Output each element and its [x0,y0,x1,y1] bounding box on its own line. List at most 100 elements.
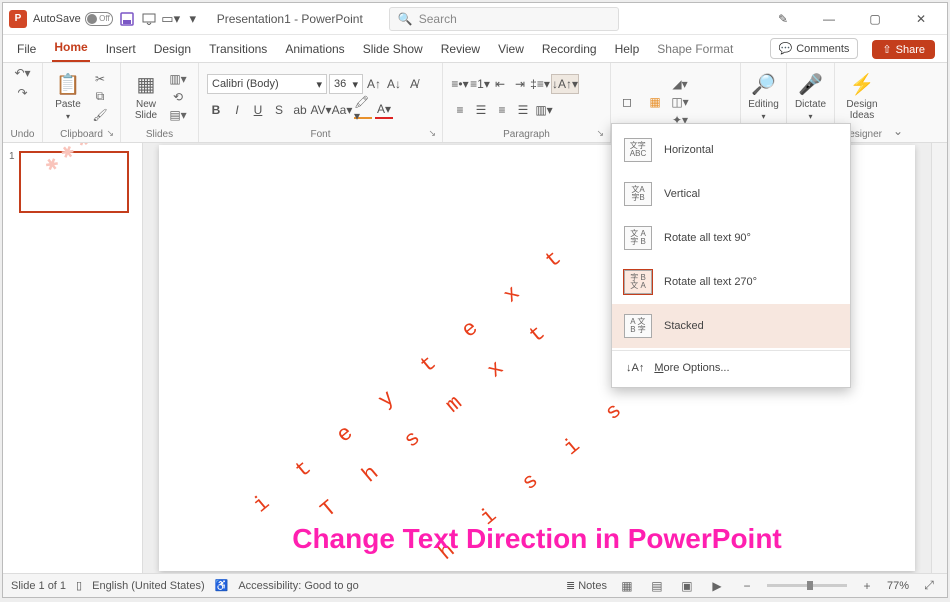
font-size-combo[interactable]: 36▾ [329,74,363,94]
strike-button[interactable]: S [270,101,288,119]
char-spacing-icon[interactable]: AV▾ [312,101,330,119]
fit-to-window-icon[interactable]: ⤢ [919,578,939,594]
search-box[interactable]: 🔍 Search [389,7,619,31]
redo-icon[interactable]: ↷ [14,85,32,101]
numbering-icon[interactable]: ≡1▾ [471,75,489,93]
pen-icon[interactable]: ✎ [763,3,803,35]
zoom-out-icon[interactable]: − [737,578,757,594]
layout-icon[interactable]: ▥▾ [169,71,187,87]
share-button[interactable]: ⇧ Share [872,40,935,59]
font-color-icon[interactable]: A▾ [375,101,393,119]
underline-button[interactable]: U [249,101,267,119]
maximize-icon[interactable]: ▢ [855,3,895,35]
comments-button[interactable]: 💬 Comments [770,38,859,59]
font-launcher-icon[interactable]: ↘ [428,128,436,139]
ribbon-collapse-icon[interactable]: ⌄ [889,63,907,142]
present-from-start-icon[interactable] [141,11,157,27]
editing-button[interactable]: 🔎 Editing ▾ [745,68,782,126]
text-dir-horizontal[interactable]: 文字ABC Horizontal [612,128,850,172]
shapes-gallery-icon[interactable]: ◻ [615,82,639,122]
zoom-in-icon[interactable]: + [857,578,877,594]
clipboard-launcher-icon[interactable]: ↘ [106,128,114,139]
vertical-scrollbar[interactable] [931,143,947,573]
design-ideas-button[interactable]: ⚡ Design Ideas [839,68,885,126]
status-language[interactable]: English (United States) [92,580,205,592]
text-direction-button[interactable]: ↓A↑▾ [551,74,579,94]
tab-recording[interactable]: Recording [540,38,599,62]
align-center-icon[interactable]: ☰ [472,101,490,119]
align-right-icon[interactable]: ≡ [493,101,511,119]
group-font: Calibri (Body)▾ 36▾ A↑ A↓ A̸ B I U S ab … [199,63,443,142]
dictate-button[interactable]: 🎤 Dictate ▾ [791,68,830,126]
save-icon[interactable] [119,11,135,27]
tab-shape-format[interactable]: Shape Format [655,38,735,62]
text-dir-rotate-90[interactable]: 文 A字 B Rotate all text 90° [612,216,850,260]
text-dir-stacked[interactable]: A 文B 字 Stacked [612,304,850,348]
notes-button[interactable]: ≣ Notes [566,579,607,592]
justify-icon[interactable]: ☰ [514,101,532,119]
bullets-icon[interactable]: ≡•▾ [451,75,469,93]
tab-insert[interactable]: Insert [104,38,138,62]
format-painter-icon[interactable]: 🖌 [91,107,109,123]
tab-design[interactable]: Design [152,38,193,62]
tab-review[interactable]: Review [439,38,482,62]
slide-thumbnail-1[interactable]: ✱ ✱ ✱ [19,151,129,213]
zoom-slider[interactable] [767,584,847,587]
reading-view-icon[interactable]: ▣ [677,578,697,594]
italic-button[interactable]: I [228,101,246,119]
text-dir-vertical[interactable]: 文A字B Vertical [612,172,850,216]
status-accessibility[interactable]: Accessibility: Good to go [238,580,358,592]
autosave-toggle[interactable]: AutoSave Off [33,12,113,26]
line-spacing-icon[interactable]: ‡≡▾ [531,75,549,93]
shadow-button[interactable]: ab [291,101,309,119]
app-icon: P [9,10,27,28]
clear-formatting-icon[interactable]: A̸ [405,75,423,93]
arrange-icon[interactable]: ▦ [643,82,667,122]
slideshow-view-icon[interactable]: ▶ [707,578,727,594]
tab-file[interactable]: File [15,38,38,62]
tab-animations[interactable]: Animations [283,38,346,62]
cut-icon[interactable]: ✂ [91,71,109,87]
rotate90-icon: 文 A字 B [624,226,652,250]
normal-view-icon[interactable]: ▦ [617,578,637,594]
grow-font-icon[interactable]: A↑ [365,75,383,93]
qat-shape-icon[interactable]: ▭▾ [163,11,179,27]
share-icon: ⇧ [882,43,891,56]
highlight-icon[interactable]: 🖍▾ [354,101,372,119]
shrink-font-icon[interactable]: A↓ [385,75,403,93]
text-dir-more-options[interactable]: ↓A↑ MMore Options...ore Options... [612,353,850,383]
sorter-view-icon[interactable]: ▤ [647,578,667,594]
columns-icon[interactable]: ▥▾ [535,101,553,119]
thumbnail-panel[interactable]: 1 ✱ ✱ ✱ [3,143,143,573]
copy-icon[interactable]: ⧉ [91,89,109,105]
tab-transitions[interactable]: Transitions [207,38,269,62]
section-icon[interactable]: ▤▾ [169,107,187,123]
vertical-icon: 文A字B [624,182,652,206]
reset-icon[interactable]: ⟲ [169,89,187,105]
autosave-switch-off[interactable]: Off [85,12,113,26]
tab-help[interactable]: Help [613,38,642,62]
tab-slideshow[interactable]: Slide Show [361,38,425,62]
shape-fill-icon[interactable]: ◢▾ [671,76,689,92]
bold-button[interactable]: B [207,101,225,119]
decrease-indent-icon[interactable]: ⇤ [491,75,509,93]
font-name-combo[interactable]: Calibri (Body)▾ [207,74,327,94]
new-slide-button[interactable]: ▦ New Slide [125,68,167,126]
close-icon[interactable]: ✕ [901,3,941,35]
tab-view[interactable]: View [496,38,526,62]
change-case-icon[interactable]: Aa▾ [333,101,351,119]
minimize-icon[interactable]: — [809,3,849,35]
text-dir-rotate-270[interactable]: 字 B文 A Rotate all text 270° [612,260,850,304]
tab-home[interactable]: Home [52,36,89,62]
shape-outline-icon[interactable]: ◫▾ [671,94,689,110]
undo-icon[interactable]: ↶▾ [14,65,32,81]
paste-button[interactable]: 📋 Paste ▾ [47,68,89,126]
paragraph-launcher-icon[interactable]: ↘ [596,128,604,139]
zoom-percentage[interactable]: 77% [887,580,909,592]
group-font-label: Font↘ [203,128,438,142]
increase-indent-icon[interactable]: ⇥ [511,75,529,93]
align-left-icon[interactable]: ≡ [451,101,469,119]
qat-more-icon[interactable]: ▾ [185,11,201,27]
ribbon: ↶▾ ↷ Undo 📋 Paste ▾ ✂ ⧉ 🖌 Clipboard↘ [3,63,947,143]
menu-separator [612,350,850,351]
